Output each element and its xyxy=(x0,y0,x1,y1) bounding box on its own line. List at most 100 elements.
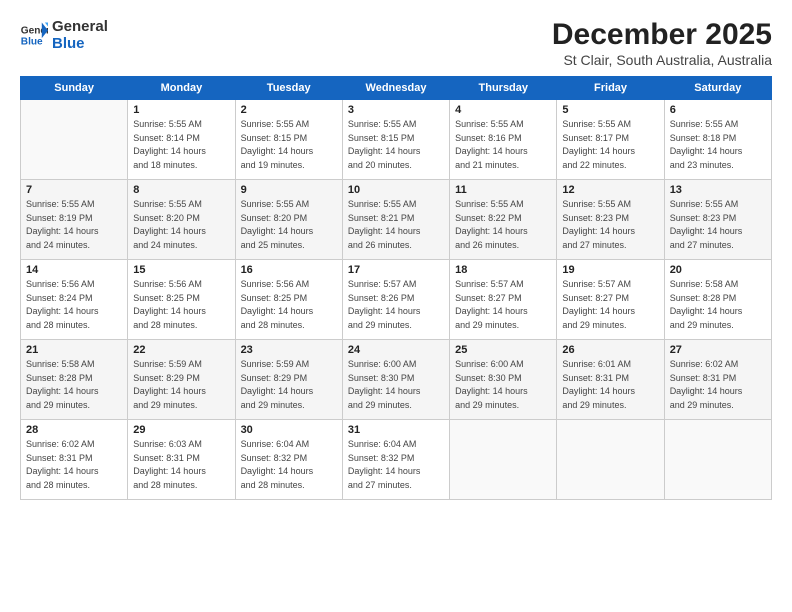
calendar-table: Sunday Monday Tuesday Wednesday Thursday… xyxy=(20,76,772,500)
day-info: Sunrise: 5:59 AM Sunset: 8:29 PM Dayligh… xyxy=(133,358,229,412)
day-number: 4 xyxy=(455,104,551,116)
day-info: Sunrise: 5:55 AM Sunset: 8:15 PM Dayligh… xyxy=(348,118,444,172)
table-row: 27Sunrise: 6:02 AM Sunset: 8:31 PM Dayli… xyxy=(664,340,771,420)
table-row: 19 Sunrise: 5:57 AM Sunset: 8:27 PM Dayli… xyxy=(557,260,664,340)
header-friday: Friday xyxy=(557,77,664,100)
day-number: 31 xyxy=(348,424,444,436)
table-row: 26Sunrise: 6:01 AM Sunset: 8:31 PM Dayli… xyxy=(557,340,664,420)
calendar-week-row: 14Sunrise: 5:56 AM Sunset: 8:24 PM Dayli… xyxy=(21,260,772,340)
day-number: 25 xyxy=(455,344,551,356)
day-number: 21 xyxy=(26,344,122,356)
day-info: Sunrise: 5:55 AM Sunset: 8:19 PM Dayligh… xyxy=(26,198,122,252)
day-info: Sunrise: 6:00 AM Sunset: 8:30 PM Dayligh… xyxy=(348,358,444,412)
day-number: 3 xyxy=(348,104,444,116)
day-info: Sunrise: 6:03 AM Sunset: 8:31 PM Dayligh… xyxy=(133,438,229,492)
header-saturday: Saturday xyxy=(664,77,771,100)
table-row: 31 Sunrise: 6:04 AM Sunset: 8:32 PM Dayli… xyxy=(342,420,449,500)
sub-title: St Clair, South Australia, Australia xyxy=(552,52,772,68)
table-row: 7 Sunrise: 5:55 AM Sunset: 8:19 PM Daylig… xyxy=(21,180,128,260)
day-info: Sunrise: 6:04 AM Sunset: 8:32 PM Dayligh… xyxy=(348,438,444,492)
day-number: 22 xyxy=(133,344,229,356)
day-number: 8 xyxy=(133,184,229,196)
day-info: Sunrise: 5:57 AM Sunset: 8:27 PM Dayligh… xyxy=(562,278,658,332)
logo: General Blue General Blue xyxy=(20,18,108,53)
logo-text: General Blue xyxy=(52,18,108,53)
day-info: Sunrise: 5:55 AM Sunset: 8:17 PM Dayligh… xyxy=(562,118,658,172)
table-row: 29 Sunrise: 6:03 AM Sunset: 8:31 PM Dayli… xyxy=(128,420,235,500)
day-number: 9 xyxy=(241,184,337,196)
title-area: December 2025 St Clair, South Australia,… xyxy=(552,18,772,68)
table-row: 8 Sunrise: 5:55 AM Sunset: 8:20 PM Daylig… xyxy=(128,180,235,260)
header-area: General Blue General Blue December 2025 … xyxy=(20,18,772,68)
day-number: 27 xyxy=(670,344,766,356)
table-row: 12 Sunrise: 5:55 AM Sunset: 8:23 PM Dayli… xyxy=(557,180,664,260)
table-row: 5 Sunrise: 5:55 AM Sunset: 8:17 PM Daylig… xyxy=(557,100,664,180)
table-row xyxy=(21,100,128,180)
table-row: 18Sunrise: 5:57 AM Sunset: 8:27 PM Dayli… xyxy=(450,260,557,340)
table-row: 21Sunrise: 5:58 AM Sunset: 8:28 PM Dayli… xyxy=(21,340,128,420)
header-monday: Monday xyxy=(128,77,235,100)
day-number: 12 xyxy=(562,184,658,196)
calendar-header-row: Sunday Monday Tuesday Wednesday Thursday… xyxy=(21,77,772,100)
calendar-week-row: 28Sunrise: 6:02 AM Sunset: 8:31 PM Dayli… xyxy=(21,420,772,500)
day-info: Sunrise: 5:55 AM Sunset: 8:23 PM Dayligh… xyxy=(562,198,658,252)
table-row: 25Sunrise: 6:00 AM Sunset: 8:30 PM Dayli… xyxy=(450,340,557,420)
day-info: Sunrise: 5:55 AM Sunset: 8:21 PM Dayligh… xyxy=(348,198,444,252)
day-number: 14 xyxy=(26,264,122,276)
day-info: Sunrise: 5:55 AM Sunset: 8:16 PM Dayligh… xyxy=(455,118,551,172)
day-number: 19 xyxy=(562,264,658,276)
day-number: 16 xyxy=(241,264,337,276)
svg-text:Blue: Blue xyxy=(21,37,43,48)
day-info: Sunrise: 5:55 AM Sunset: 8:23 PM Dayligh… xyxy=(670,198,766,252)
day-number: 17 xyxy=(348,264,444,276)
day-info: Sunrise: 5:55 AM Sunset: 8:14 PM Dayligh… xyxy=(133,118,229,172)
logo-blue: Blue xyxy=(52,35,85,52)
day-number: 29 xyxy=(133,424,229,436)
day-number: 18 xyxy=(455,264,551,276)
table-row: 17 Sunrise: 5:57 AM Sunset: 8:26 PM Dayli… xyxy=(342,260,449,340)
calendar-week-row: 1 Sunrise: 5:55 AM Sunset: 8:14 PM Daylig… xyxy=(21,100,772,180)
header-wednesday: Wednesday xyxy=(342,77,449,100)
day-number: 24 xyxy=(348,344,444,356)
table-row: 11Sunrise: 5:55 AM Sunset: 8:22 PM Dayli… xyxy=(450,180,557,260)
day-info: Sunrise: 5:55 AM Sunset: 8:20 PM Dayligh… xyxy=(241,198,337,252)
day-info: Sunrise: 6:04 AM Sunset: 8:32 PM Dayligh… xyxy=(241,438,337,492)
header-tuesday: Tuesday xyxy=(235,77,342,100)
table-row: 9 Sunrise: 5:55 AM Sunset: 8:20 PM Daylig… xyxy=(235,180,342,260)
header-sunday: Sunday xyxy=(21,77,128,100)
table-row: 10 Sunrise: 5:55 AM Sunset: 8:21 PM Dayli… xyxy=(342,180,449,260)
table-row: 6Sunrise: 5:55 AM Sunset: 8:18 PM Daylig… xyxy=(664,100,771,180)
day-number: 26 xyxy=(562,344,658,356)
day-number: 1 xyxy=(133,104,229,116)
logo-general: General xyxy=(52,18,108,35)
table-row xyxy=(664,420,771,500)
table-row: 4 Sunrise: 5:55 AM Sunset: 8:16 PM Daylig… xyxy=(450,100,557,180)
day-info: Sunrise: 5:56 AM Sunset: 8:25 PM Dayligh… xyxy=(133,278,229,332)
table-row: 24 Sunrise: 6:00 AM Sunset: 8:30 PM Dayli… xyxy=(342,340,449,420)
day-info: Sunrise: 5:57 AM Sunset: 8:26 PM Dayligh… xyxy=(348,278,444,332)
calendar-week-row: 7 Sunrise: 5:55 AM Sunset: 8:19 PM Daylig… xyxy=(21,180,772,260)
table-row: 20 Sunrise: 5:58 AM Sunset: 8:28 PM Dayli… xyxy=(664,260,771,340)
day-number: 10 xyxy=(348,184,444,196)
day-number: 13 xyxy=(670,184,766,196)
day-info: Sunrise: 5:58 AM Sunset: 8:28 PM Dayligh… xyxy=(670,278,766,332)
day-info: Sunrise: 6:02 AM Sunset: 8:31 PM Dayligh… xyxy=(26,438,122,492)
day-info: Sunrise: 5:55 AM Sunset: 8:20 PM Dayligh… xyxy=(133,198,229,252)
day-number: 11 xyxy=(455,184,551,196)
day-number: 7 xyxy=(26,184,122,196)
table-row: 1 Sunrise: 5:55 AM Sunset: 8:14 PM Daylig… xyxy=(128,100,235,180)
day-number: 15 xyxy=(133,264,229,276)
day-number: 20 xyxy=(670,264,766,276)
logo-icon: General Blue xyxy=(20,21,48,49)
day-number: 5 xyxy=(562,104,658,116)
day-info: Sunrise: 5:59 AM Sunset: 8:29 PM Dayligh… xyxy=(241,358,337,412)
day-number: 23 xyxy=(241,344,337,356)
day-info: Sunrise: 5:55 AM Sunset: 8:18 PM Dayligh… xyxy=(670,118,766,172)
table-row: 2Sunrise: 5:55 AM Sunset: 8:15 PM Daylig… xyxy=(235,100,342,180)
main-title: December 2025 xyxy=(552,18,772,52)
day-info: Sunrise: 5:56 AM Sunset: 8:25 PM Dayligh… xyxy=(241,278,337,332)
day-info: Sunrise: 5:55 AM Sunset: 8:15 PM Dayligh… xyxy=(241,118,337,172)
table-row: 14Sunrise: 5:56 AM Sunset: 8:24 PM Dayli… xyxy=(21,260,128,340)
day-number: 30 xyxy=(241,424,337,436)
table-row: 23 Sunrise: 5:59 AM Sunset: 8:29 PM Dayli… xyxy=(235,340,342,420)
